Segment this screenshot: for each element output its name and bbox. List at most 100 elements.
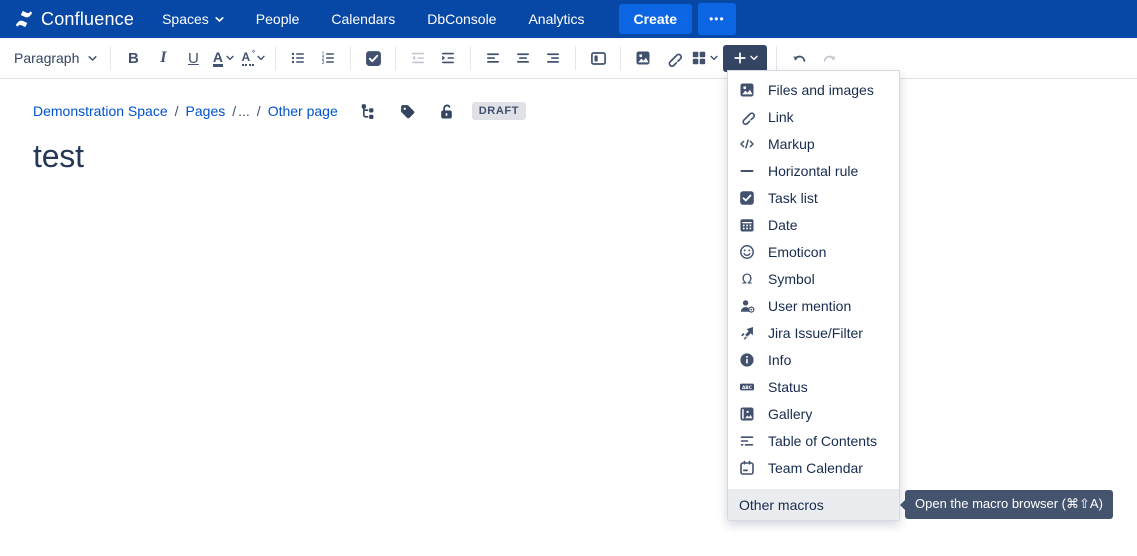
menu-item-status[interactable]: ABC Status [728,373,899,400]
menu-item-label: Link [768,109,794,125]
chevron-down-icon [257,55,265,61]
page-layout-button[interactable] [583,43,613,73]
menu-item-info[interactable]: Info [728,346,899,373]
outdent-button [403,43,433,73]
link-icon [665,50,682,67]
nav-item-people[interactable]: People [254,5,302,33]
nav-more-button[interactable]: ••• [698,3,736,35]
macro-browser-tooltip: Open the macro browser (⌘⇧A) [905,490,1113,519]
insert-menu-items: Files and images Link Markup Horizontal … [728,71,899,486]
redo-icon [821,50,838,67]
nav-item-spaces[interactable]: Spaces [160,5,226,33]
indent-button[interactable] [433,43,463,73]
align-left-button[interactable] [478,43,508,73]
undo-icon [791,50,808,67]
breadcrumb-link-other-page[interactable]: Other page [268,103,338,119]
paragraph-style-dropdown[interactable]: Paragraph [8,43,103,73]
toolbar-divider [110,46,111,70]
align-center-icon [515,50,531,66]
superscript-format-icon: A° [242,51,255,66]
menu-item-other-macros[interactable]: Other macros [728,490,899,520]
link-icon [739,109,755,125]
info-icon [739,352,755,368]
menu-item-label: Horizontal rule [768,163,858,179]
menu-item-date[interactable]: Date [728,211,899,238]
insert-more-button[interactable] [723,45,767,72]
create-button[interactable]: Create [619,4,693,34]
menu-item-label: Task list [768,190,818,206]
page-tree-icon[interactable] [360,102,378,120]
menu-item-label: Symbol [768,271,815,287]
nav-item-calendars[interactable]: Calendars [329,5,397,33]
confluence-home-link[interactable]: Confluence [14,9,134,30]
jira-icon [739,325,755,341]
confluence-logo-icon [14,9,34,29]
labels-icon[interactable] [399,102,417,120]
menu-item-team-calendar[interactable]: Team Calendar [728,454,899,481]
editor-content: Demonstration Space / Pages / ... / Othe… [0,79,1137,175]
toolbar-divider [776,46,777,70]
markup-icon [739,136,755,152]
draft-badge: DRAFT [472,102,526,120]
nav-item-analytics[interactable]: Analytics [526,5,586,33]
toolbar-divider [620,46,621,70]
chevron-down-icon [750,55,758,61]
menu-item-markup[interactable]: Markup [728,130,899,157]
breadcrumb-link-space[interactable]: Demonstration Space [33,103,168,119]
chevron-down-icon [215,16,224,23]
menu-item-symbol[interactable]: Ω Symbol [728,265,899,292]
nav-item-dbconsole[interactable]: DbConsole [425,5,498,33]
menu-item-jira-issue-filter[interactable]: Jira Issue/Filter [728,319,899,346]
menu-item-table-of-contents[interactable]: Table of Contents [728,427,899,454]
menu-item-label: Emoticon [768,244,826,260]
menu-item-emoticon[interactable]: Emoticon [728,238,899,265]
breadcrumb-link-pages[interactable]: Pages [186,103,226,119]
bold-button[interactable]: B [118,43,148,73]
underline-icon: U [188,50,199,67]
toolbar-divider [275,46,276,70]
menu-item-label: User mention [768,298,851,314]
top-navigation: Confluence Spaces People Calendars DbCon… [0,0,1137,38]
menu-item-horizontal-rule[interactable]: Horizontal rule [728,157,899,184]
menu-item-task-list[interactable]: Task list [728,184,899,211]
page-title[interactable]: test [33,138,1137,175]
date-icon [739,217,755,233]
menu-item-gallery[interactable]: Gallery [728,400,899,427]
outdent-icon [410,50,426,66]
menu-item-user-mention[interactable]: User mention [728,292,899,319]
insert-image-button[interactable] [628,43,658,73]
more-formatting-button[interactable]: A° [238,43,268,73]
menu-item-label: Team Calendar [768,460,863,476]
align-center-button[interactable] [508,43,538,73]
menu-item-link[interactable]: Link [728,103,899,130]
menu-item-label: Jira Issue/Filter [768,325,863,341]
text-color-button[interactable]: A [208,43,238,73]
task-list-icon [365,50,382,67]
horizontal-rule-icon [739,163,755,179]
image-icon [635,50,651,66]
bold-icon: B [128,50,139,67]
unlock-icon[interactable] [438,102,456,120]
align-right-button[interactable] [538,43,568,73]
align-left-icon [485,50,501,66]
breadcrumb-ellipsis[interactable]: ... [238,103,250,119]
menu-item-label: Table of Contents [768,433,877,449]
insert-table-button[interactable] [688,43,721,73]
task-list-button[interactable] [358,43,388,73]
menu-item-label: Info [768,352,791,368]
bullet-list-button[interactable] [283,43,313,73]
underline-button[interactable]: U [178,43,208,73]
numbered-list-button[interactable]: 123 [313,43,343,73]
numbered-list-icon: 123 [320,50,336,66]
chevron-down-icon [710,55,718,61]
status-icon: ABC [739,379,755,395]
align-right-icon [545,50,561,66]
insert-menu: Files and images Link Markup Horizontal … [727,70,900,521]
undo-button[interactable] [784,43,814,73]
menu-item-files-and-images[interactable]: Files and images [728,76,899,103]
italic-button[interactable]: I [148,43,178,73]
gallery-icon [739,406,755,422]
insert-link-button[interactable] [658,43,688,73]
chevron-down-icon [88,55,97,62]
menu-item-label: Files and images [768,82,874,98]
